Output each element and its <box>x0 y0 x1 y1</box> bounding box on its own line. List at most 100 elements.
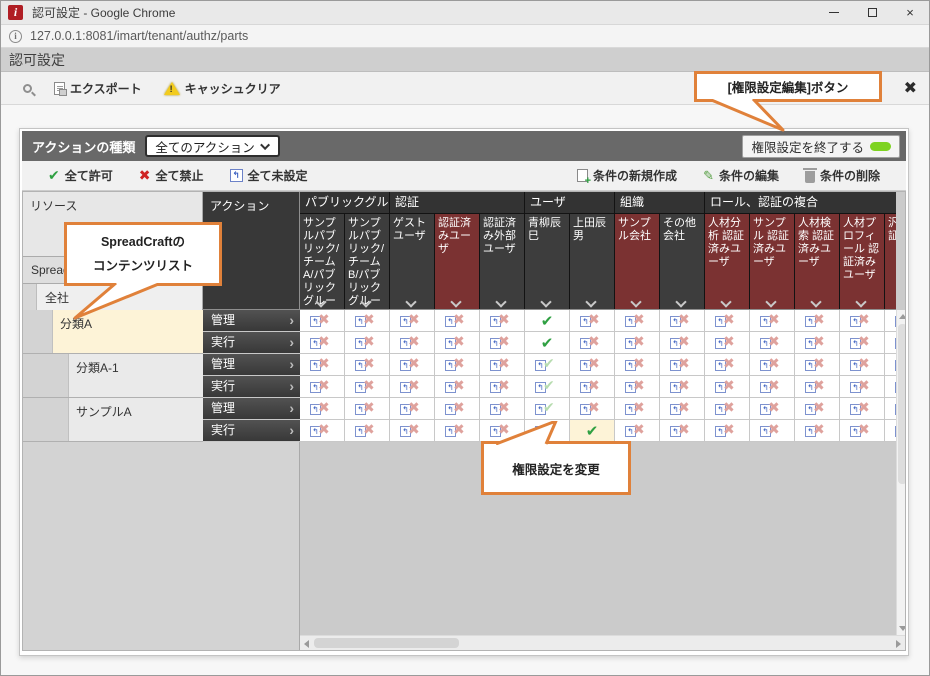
permission-cell[interactable]: ↰✖ <box>345 354 390 376</box>
permission-cell[interactable]: ↰✖ <box>795 332 840 354</box>
vertical-scrollbar[interactable] <box>896 310 906 635</box>
matrix-column-header[interactable]: 青柳辰巳 <box>525 214 570 310</box>
scroll-left-icon[interactable] <box>304 640 309 648</box>
chevron-down-icon[interactable] <box>495 296 506 307</box>
action-button-execute[interactable]: 実行 <box>203 420 300 442</box>
permission-cell[interactable]: ↰✖ <box>390 398 435 420</box>
permission-cell[interactable]: ↰✖ <box>300 420 345 442</box>
permission-cell[interactable]: ↰✖ <box>705 310 750 332</box>
permission-cell[interactable]: ↰✖ <box>705 332 750 354</box>
condition-delete-button[interactable]: 条件の削除 <box>805 167 880 184</box>
permission-cell[interactable]: ↰✖ <box>300 332 345 354</box>
permission-cell[interactable]: ↰✖ <box>795 420 840 442</box>
matrix-column-header[interactable]: 人材分析 認証済みユーザ <box>705 214 750 310</box>
permission-cell[interactable]: ↰✖ <box>750 376 795 398</box>
scroll-right-icon[interactable] <box>896 640 901 648</box>
permission-cell[interactable]: ↰✖ <box>615 332 660 354</box>
permission-cell[interactable]: ✔ <box>570 420 615 442</box>
permission-cell[interactable]: ↰✖ <box>345 332 390 354</box>
matrix-column-header[interactable]: ゲストユーザ <box>390 214 435 310</box>
condition-edit-button[interactable]: ✎ 条件の編集 <box>703 167 779 184</box>
scroll-down-icon[interactable] <box>899 626 906 631</box>
deny-all-button[interactable]: ✖ 全て禁止 <box>139 167 204 184</box>
permission-cell[interactable]: ↰✖ <box>345 310 390 332</box>
matrix-column-header[interactable]: その他会社 <box>660 214 705 310</box>
permission-cell[interactable]: ↰✖ <box>885 420 896 442</box>
matrix-column-header[interactable]: サンプル 認証済みユーザ <box>750 214 795 310</box>
action-button-execute[interactable]: 実行 <box>203 376 300 398</box>
search-button[interactable] <box>23 84 32 93</box>
unset-all-button[interactable]: ↰ 全て未設定 <box>230 167 308 184</box>
permission-cell[interactable]: ↰✖ <box>795 310 840 332</box>
resource-row[interactable]: 分類A-1 <box>23 354 203 398</box>
permission-cell[interactable]: ↰✖ <box>480 332 525 354</box>
permission-cell[interactable]: ↰✖ <box>390 420 435 442</box>
permission-cell[interactable]: ↰✖ <box>435 420 480 442</box>
chevron-down-icon[interactable] <box>630 296 641 307</box>
permission-cell[interactable]: ↰✖ <box>660 354 705 376</box>
permission-cell[interactable]: ↰✖ <box>705 398 750 420</box>
permission-cell[interactable]: ↰✖ <box>300 310 345 332</box>
horizontal-scrollbar[interactable] <box>300 635 905 650</box>
chevron-down-icon[interactable] <box>855 296 866 307</box>
permission-cell[interactable]: ↰✔ <box>525 398 570 420</box>
close-window-button[interactable]: × <box>891 2 929 24</box>
permission-cell[interactable]: ↰✖ <box>615 310 660 332</box>
permission-cell[interactable]: ↰✖ <box>480 354 525 376</box>
permission-cell[interactable]: ↰✖ <box>390 310 435 332</box>
matrix-column-header[interactable]: サンプルパブリック/チームA/パブリックグルー <box>300 214 345 310</box>
permission-cell[interactable]: ↰✖ <box>345 420 390 442</box>
permission-cell[interactable]: ↰✖ <box>570 310 615 332</box>
permission-cell[interactable]: ↰✖ <box>300 398 345 420</box>
permission-cell[interactable]: ↰✔ <box>525 354 570 376</box>
permission-cell[interactable]: ↰✖ <box>840 310 885 332</box>
close-panel-button[interactable]: ✖ <box>904 78 917 98</box>
scroll-up-icon[interactable] <box>899 314 906 319</box>
permission-cell[interactable]: ↰✖ <box>390 376 435 398</box>
permission-cell[interactable]: ↰✖ <box>615 376 660 398</box>
permission-cell[interactable]: ↰✔ <box>525 376 570 398</box>
permission-cell[interactable]: ↰✖ <box>885 332 896 354</box>
matrix-column-header[interactable]: サンプルパブリック/チームB/パブリックグルー <box>345 214 390 310</box>
permission-cell[interactable]: ✔ <box>525 332 570 354</box>
action-button-execute[interactable]: 実行 <box>203 332 300 354</box>
permission-cell[interactable]: ↰✖ <box>885 354 896 376</box>
permission-cell[interactable]: ↰✖ <box>660 420 705 442</box>
chevron-down-icon[interactable] <box>405 296 416 307</box>
permission-cell[interactable]: ↰✖ <box>435 310 480 332</box>
matrix-column-header[interactable]: 認証済み外部ユーザ <box>480 214 525 310</box>
permission-cell[interactable]: ↰✖ <box>435 398 480 420</box>
action-button-manage[interactable]: 管理 <box>203 310 300 332</box>
permission-cell[interactable]: ↰✖ <box>840 420 885 442</box>
permission-cell[interactable]: ↰✖ <box>390 354 435 376</box>
chevron-down-icon[interactable] <box>675 296 686 307</box>
permission-cell[interactable]: ↰✖ <box>750 420 795 442</box>
allow-all-button[interactable]: ✔ 全て許可 <box>48 167 113 184</box>
permission-cell[interactable]: ↰✖ <box>795 354 840 376</box>
permission-cell[interactable]: ↰✖ <box>885 310 896 332</box>
permission-cell[interactable]: ↰✖ <box>345 398 390 420</box>
info-icon[interactable]: i <box>9 30 22 43</box>
permission-cell[interactable]: ↰✖ <box>390 332 435 354</box>
permission-cell[interactable]: ↰✖ <box>615 354 660 376</box>
finish-edit-button[interactable]: 権限設定を終了する <box>742 135 900 158</box>
permission-cell[interactable]: ↰✖ <box>795 376 840 398</box>
permission-cell[interactable]: ↰✖ <box>435 376 480 398</box>
permission-cell[interactable]: ↰✖ <box>480 398 525 420</box>
action-type-dropdown[interactable]: 全てのアクション <box>145 135 279 157</box>
permission-cell[interactable]: ↰✖ <box>840 398 885 420</box>
permission-cell[interactable]: ↰✖ <box>750 332 795 354</box>
permission-cell[interactable]: ↰✖ <box>795 398 840 420</box>
matrix-column-header[interactable]: 上田辰男 <box>570 214 615 310</box>
permission-cell[interactable]: ↰✖ <box>750 398 795 420</box>
horizontal-scroll-thumb[interactable] <box>314 638 459 648</box>
permission-cell[interactable]: ↰✖ <box>660 310 705 332</box>
matrix-column-header[interactable]: 認証済みユーザ <box>435 214 480 310</box>
chevron-down-icon[interactable] <box>720 296 731 307</box>
permission-cell[interactable]: ↰✖ <box>750 354 795 376</box>
chevron-down-icon[interactable] <box>540 296 551 307</box>
permission-cell[interactable]: ↰✖ <box>705 376 750 398</box>
permission-cell[interactable]: ↰✖ <box>840 332 885 354</box>
permission-cell[interactable]: ↰✖ <box>435 354 480 376</box>
action-button-manage[interactable]: 管理 <box>203 354 300 376</box>
